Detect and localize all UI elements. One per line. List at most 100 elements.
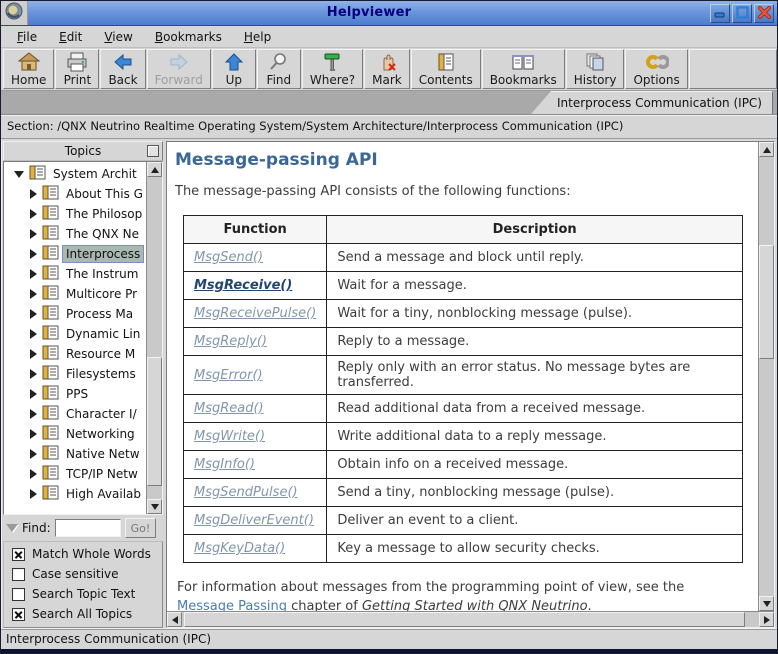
- column-header-function: Function: [184, 216, 327, 244]
- tree-item-system-archit[interactable]: System Archit: [4, 164, 146, 184]
- tree-scrollbar[interactable]: [146, 162, 162, 514]
- topics-title: Topics: [4, 144, 162, 158]
- tab-interprocess-communication[interactable]: Interprocess Communication (IPC): [531, 91, 773, 114]
- tree-scroll-up-icon[interactable]: [147, 162, 162, 177]
- menu-help[interactable]: Help: [238, 28, 285, 46]
- collapsed-triangle-icon[interactable]: [30, 209, 37, 219]
- collapsed-triangle-icon[interactable]: [30, 189, 37, 199]
- minimize-button[interactable]: [710, 4, 730, 23]
- description-cell: Send a tiny, nonblocking message (pulse)…: [327, 479, 743, 507]
- function-link-msgreceivepulse[interactable]: MsgReceivePulse(): [194, 306, 316, 321]
- book-icon: [29, 165, 50, 183]
- maximize-button[interactable]: [732, 4, 752, 23]
- tree-item-the-qnx-ne[interactable]: The QNX Ne: [4, 224, 146, 244]
- content-scroll-left-icon[interactable]: [167, 612, 182, 627]
- tree-item-the-instrum[interactable]: The Instrum: [4, 264, 146, 284]
- menu-edit[interactable]: Edit: [53, 28, 96, 46]
- content-scroll-thumb[interactable]: [759, 245, 774, 359]
- tree-scroll-thumb[interactable]: [147, 357, 162, 486]
- title-bar[interactable]: Helpviewer: [1, 1, 777, 26]
- tree-item-dynamic-lin[interactable]: Dynamic Lin: [4, 324, 146, 344]
- back-button[interactable]: Back: [100, 49, 145, 89]
- function-link-msgsend[interactable]: MsgSend(): [194, 250, 263, 265]
- tree-item-resource-m[interactable]: Resource M: [4, 344, 146, 364]
- detach-panel-icon[interactable]: [147, 145, 159, 157]
- tree-item-high-availab[interactable]: High Availab: [4, 484, 146, 504]
- function-link-msgerror[interactable]: MsgError(): [194, 368, 263, 383]
- collapsed-triangle-icon[interactable]: [30, 489, 37, 499]
- bookmarks-button[interactable]: Bookmarks: [482, 49, 565, 89]
- content-horizontal-scrollbar[interactable]: [167, 611, 774, 627]
- history-button[interactable]: History: [566, 49, 625, 89]
- mark-button[interactable]: Mark: [364, 49, 410, 89]
- function-link-msgreply[interactable]: MsgReply(): [194, 334, 267, 349]
- collapsed-triangle-icon[interactable]: [30, 369, 37, 379]
- tree-item-interprocess[interactable]: Interprocess: [4, 244, 146, 264]
- where-button[interactable]: Where?: [302, 49, 363, 89]
- tree-item-about-this-g[interactable]: About This G: [4, 184, 146, 204]
- content-scroll-down-icon[interactable]: [759, 596, 774, 611]
- function-link-msgdeliverevent[interactable]: MsgDeliverEvent(): [194, 513, 314, 528]
- function-link-msgwrite[interactable]: MsgWrite(): [194, 429, 265, 444]
- tree-item-process-ma[interactable]: Process Ma: [4, 304, 146, 324]
- tree-item-character-i[interactable]: Character I/: [4, 404, 146, 424]
- collapsed-triangle-icon[interactable]: [30, 349, 37, 359]
- content-hscroll-thumb[interactable]: [184, 612, 745, 627]
- collapsed-triangle-icon[interactable]: [30, 269, 37, 279]
- tree-item-multicore-pr[interactable]: Multicore Pr: [4, 284, 146, 304]
- checkbox-match-whole-words[interactable]: Match Whole Words: [12, 547, 158, 561]
- checkbox-case-sensitive[interactable]: Case sensitive: [12, 567, 158, 581]
- function-link-msgsendpulse[interactable]: MsgSendPulse(): [194, 485, 298, 500]
- collapsed-triangle-icon[interactable]: [30, 449, 37, 459]
- unchecked-checkbox-icon[interactable]: [12, 568, 25, 581]
- tree-item-the-philosop[interactable]: The Philosop: [4, 204, 146, 224]
- options-button[interactable]: Options: [625, 49, 687, 89]
- tree-item-filesystems[interactable]: Filesystems: [4, 364, 146, 384]
- collapsed-triangle-icon[interactable]: [30, 469, 37, 479]
- function-link-msgreceive[interactable]: MsgReceive(): [194, 278, 292, 293]
- collapsed-triangle-icon[interactable]: [30, 329, 37, 339]
- collapse-find-icon[interactable]: [6, 524, 18, 532]
- print-button[interactable]: Print: [55, 49, 99, 89]
- checked-checkbox-icon[interactable]: [12, 548, 25, 561]
- checkbox-search-all-topics[interactable]: Search All Topics: [12, 607, 158, 621]
- message-passing-link[interactable]: Message Passing: [177, 599, 287, 611]
- unchecked-checkbox-icon[interactable]: [12, 588, 25, 601]
- checked-checkbox-icon[interactable]: [12, 608, 25, 621]
- collapsed-triangle-icon[interactable]: [30, 409, 37, 419]
- tree-item-tcp-ip-netw[interactable]: TCP/IP Netw: [4, 464, 146, 484]
- page-title: Message-passing API: [175, 150, 754, 170]
- collapsed-triangle-icon[interactable]: [30, 309, 37, 319]
- tree-item-pps[interactable]: PPS: [4, 384, 146, 404]
- tree-item-native-netw[interactable]: Native Netw: [4, 444, 146, 464]
- find-button[interactable]: Find: [257, 49, 301, 89]
- collapsed-triangle-icon[interactable]: [30, 289, 37, 299]
- up-button[interactable]: Up: [212, 49, 256, 89]
- book-icon: [42, 405, 63, 423]
- function-link-msginfo[interactable]: MsgInfo(): [194, 457, 255, 472]
- content-scroll-right-icon[interactable]: [759, 612, 774, 627]
- find-go-button[interactable]: Go!: [125, 518, 157, 538]
- content-scroll-up-icon[interactable]: [759, 142, 774, 157]
- toolbar-spacer: [689, 49, 777, 89]
- expanded-triangle-icon[interactable]: [14, 171, 24, 178]
- collapsed-triangle-icon[interactable]: [30, 429, 37, 439]
- function-link-msgkeydata[interactable]: MsgKeyData(): [194, 541, 285, 556]
- menu-bookmarks[interactable]: Bookmarks: [149, 28, 236, 46]
- close-button[interactable]: [754, 4, 774, 23]
- collapsed-triangle-icon[interactable]: [30, 229, 37, 239]
- menu-view[interactable]: View: [98, 28, 146, 46]
- tree-item-networking[interactable]: Networking: [4, 424, 146, 444]
- contents-button[interactable]: Contents: [411, 49, 481, 89]
- find-input[interactable]: [55, 519, 121, 537]
- forward-arrow-icon: [168, 52, 190, 72]
- collapsed-triangle-icon[interactable]: [30, 389, 37, 399]
- content-vertical-scrollbar[interactable]: [758, 142, 774, 611]
- window-menu-button[interactable]: [1, 1, 28, 25]
- collapsed-triangle-icon[interactable]: [30, 249, 37, 259]
- tree-scroll-down-icon[interactable]: [147, 499, 162, 514]
- function-link-msgread[interactable]: MsgRead(): [194, 401, 264, 416]
- home-button[interactable]: Home: [3, 49, 54, 89]
- menu-file[interactable]: File: [11, 28, 51, 46]
- checkbox-search-topic-text[interactable]: Search Topic Text: [12, 587, 158, 601]
